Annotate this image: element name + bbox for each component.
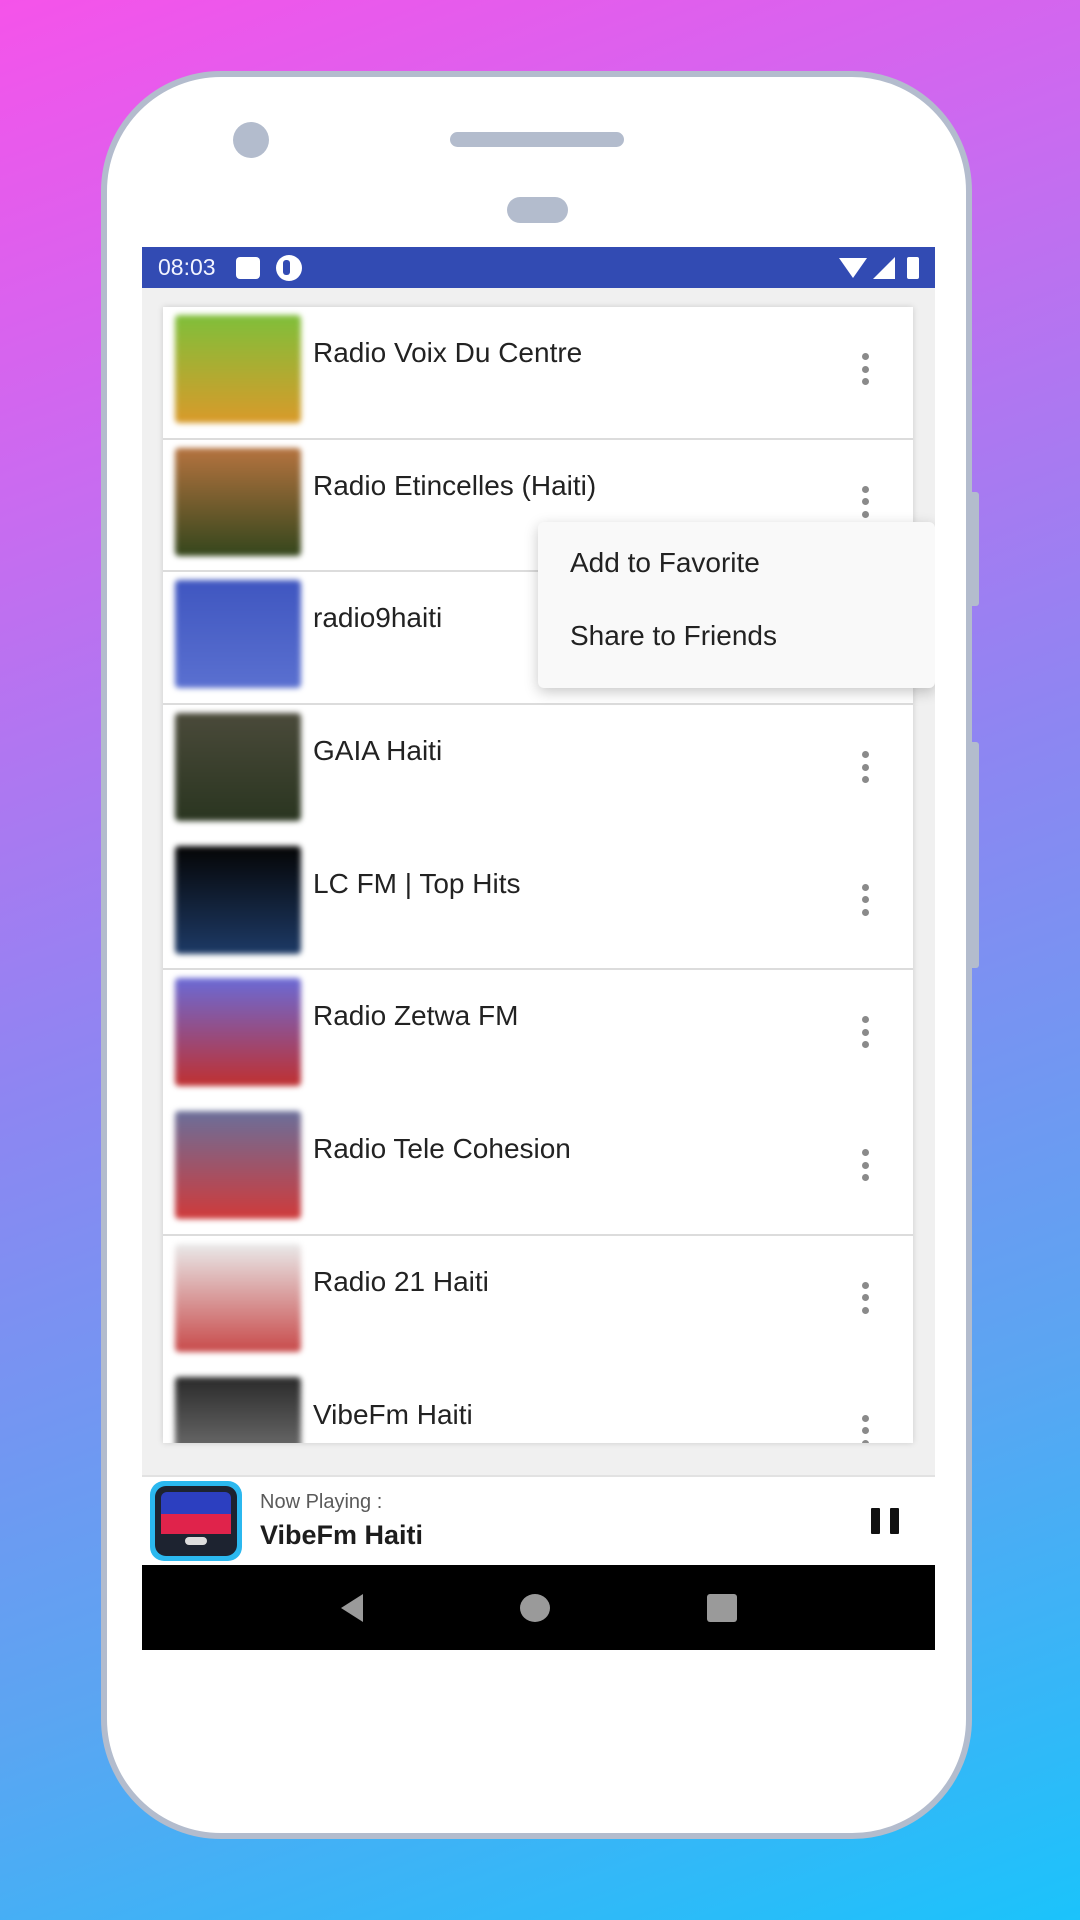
station-name: Radio Etincelles (Haiti) [313, 469, 597, 501]
station-name: Radio Voix Du Centre [313, 337, 583, 368]
signal-icon [873, 256, 895, 279]
recent-apps-icon[interactable] [706, 1593, 737, 1622]
station-name: Radio Zetwa FM [313, 1000, 519, 1032]
more-options-icon[interactable] [853, 1411, 877, 1443]
more-options-icon[interactable] [853, 1278, 877, 1318]
station-list[interactable]: Radio Voix Du Centre Radio Etincelles (Ha… [163, 307, 913, 1443]
station-thumbnail [175, 580, 301, 689]
haiti-flag-red [161, 1514, 231, 1534]
station-row[interactable]: Radio Tele Cohesion [163, 1103, 913, 1236]
app-logo-icon [150, 1481, 242, 1561]
station-thumbnail [175, 978, 301, 1087]
now-playing-title: VibeFm Haiti [260, 1520, 424, 1550]
back-icon[interactable] [340, 1593, 363, 1622]
station-name: VibeFm Haiti [313, 1398, 473, 1430]
station-row[interactable]: GAIA Haiti [163, 705, 913, 838]
station-row[interactable]: LC FM | Top Hits [163, 838, 913, 971]
home-icon[interactable] [519, 1593, 550, 1622]
phone-volume-button [972, 742, 979, 968]
phone-power-button [972, 492, 979, 606]
now-playing-bar[interactable]: Now Playing : VibeFm Haiti [142, 1475, 935, 1565]
pause-button[interactable] [871, 1508, 899, 1534]
station-name: Radio 21 Haiti [313, 1265, 489, 1297]
status-right-icons [839, 256, 919, 279]
station-thumbnail [175, 315, 301, 423]
station-name: Radio Tele Cohesion [313, 1133, 571, 1165]
wifi-icon [839, 257, 867, 278]
station-row[interactable]: VibeFm Haiti [163, 1369, 913, 1443]
context-menu: Add to Favorite Share to Friends [538, 522, 935, 688]
more-options-icon[interactable] [853, 349, 877, 389]
battery-icon [907, 256, 919, 279]
app-screen: 08:03 Radio Voix Du Centre Radio Etincell… [142, 247, 935, 1650]
proximity-sensor [507, 197, 568, 223]
now-playing-label: Now Playing : [260, 1491, 383, 1513]
more-options-icon[interactable] [853, 1145, 877, 1185]
station-thumbnail [175, 845, 301, 954]
menu-item-add-to-favorite[interactable]: Add to Favorite [538, 532, 935, 594]
status-time: 08:03 [158, 254, 216, 280]
system-nav-bar [142, 1565, 935, 1650]
station-thumbnail [175, 447, 301, 556]
more-options-icon[interactable] [853, 747, 877, 787]
station-thumbnail [175, 1243, 301, 1352]
station-row[interactable]: Radio Zetwa FM [163, 970, 913, 1103]
more-options-icon[interactable] [853, 880, 877, 920]
station-thumbnail [175, 713, 301, 822]
haiti-flag-blue [161, 1492, 231, 1514]
station-name: radio9haiti [313, 602, 443, 634]
more-options-icon[interactable] [853, 482, 877, 522]
pause-icon-bar [890, 1508, 899, 1534]
station-name: LC FM | Top Hits [313, 867, 521, 899]
status-bar: 08:03 [142, 247, 935, 288]
app-circle-icon [275, 254, 302, 281]
station-name: GAIA Haiti [313, 735, 443, 767]
station-thumbnail [175, 1111, 301, 1220]
station-row[interactable]: Radio Voix Du Centre [163, 307, 913, 440]
earpiece-speaker [450, 132, 624, 147]
menu-item-share-to-friends[interactable]: Share to Friends [538, 594, 935, 677]
front-camera [233, 122, 269, 158]
station-row[interactable]: Radio 21 Haiti [163, 1236, 913, 1369]
more-options-icon[interactable] [853, 1012, 877, 1052]
pause-icon-bar [871, 1508, 880, 1534]
station-thumbnail [175, 1376, 301, 1443]
radio-dial-icon [161, 1534, 231, 1548]
notification-square-icon [235, 256, 260, 279]
